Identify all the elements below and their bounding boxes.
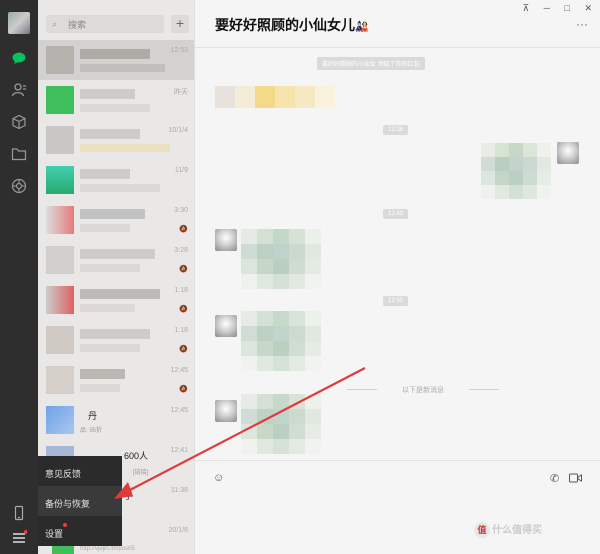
site-watermark: 值什么值得买 xyxy=(474,521,542,539)
watermark-badge: 值 xyxy=(474,522,490,539)
annotation-arrow xyxy=(114,367,366,499)
watermark-text: 什么值得买 xyxy=(492,525,542,536)
